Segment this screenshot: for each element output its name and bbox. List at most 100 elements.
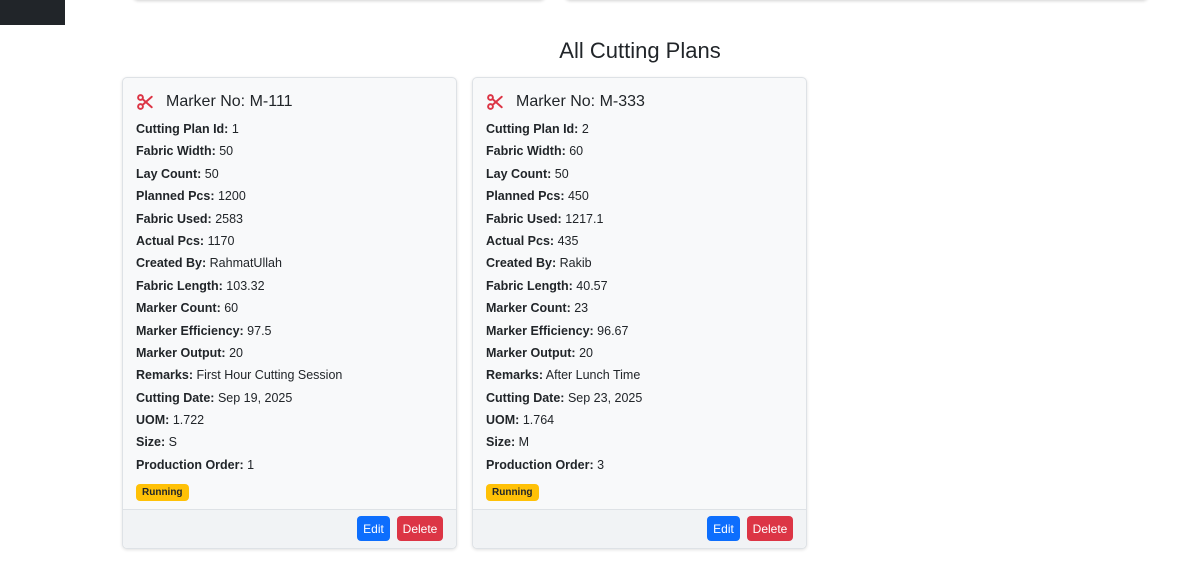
field-label: Fabric Used: bbox=[486, 211, 562, 226]
card-body: Marker No: M-333 Cutting Plan Id: 2 Fabric… bbox=[486, 92, 793, 502]
field-row: Production Order: 1 bbox=[136, 454, 443, 476]
field-value: 435 bbox=[557, 233, 579, 248]
field-value: Sep 19, 2025 bbox=[217, 390, 293, 405]
field-value: RahmatUllah bbox=[209, 256, 282, 271]
field-label: Production Order: bbox=[136, 457, 244, 472]
field-row: Marker Count: 60 bbox=[136, 297, 443, 319]
field-value: 450 bbox=[567, 189, 589, 204]
field-value: Sep 23, 2025 bbox=[567, 390, 643, 405]
field-row: Marker Efficiency: 97.5 bbox=[136, 320, 443, 342]
edit-button[interactable]: Edit bbox=[357, 516, 390, 541]
field-value: 60 bbox=[224, 301, 239, 316]
field-label: Size: bbox=[486, 435, 516, 450]
field-label: Created By: bbox=[486, 256, 557, 271]
delete-button[interactable]: Delete bbox=[397, 516, 443, 541]
cutting-plan-card: Marker No: M-111 Cutting Plan Id: 1 Fabric… bbox=[122, 77, 457, 549]
field-row: Cutting Plan Id: 1 bbox=[136, 118, 443, 140]
field-label: Fabric Width: bbox=[486, 144, 566, 159]
field-label: Planned Pcs: bbox=[486, 189, 565, 204]
field-row: Created By: RahmatUllah bbox=[136, 252, 443, 274]
field-value: 1.764 bbox=[522, 413, 555, 428]
field-label: Cutting Plan Id: bbox=[486, 122, 579, 136]
field-value: 96.67 bbox=[597, 323, 629, 338]
field-value: 1170 bbox=[207, 233, 235, 248]
field-label: UOM: bbox=[486, 413, 520, 428]
card-title: Marker No: M-333 bbox=[486, 92, 793, 112]
field-label: Fabric Length: bbox=[136, 278, 223, 293]
status-badge: Running bbox=[136, 484, 189, 502]
field-label: Actual Pcs: bbox=[486, 233, 555, 248]
field-row: Actual Pcs: 1170 bbox=[136, 230, 443, 252]
field-row: UOM: 1.764 bbox=[486, 409, 793, 431]
field-row: Marker Efficiency: 96.67 bbox=[486, 320, 793, 342]
field-label: Fabric Length: bbox=[486, 278, 573, 293]
field-row: Production Order: 3 bbox=[486, 454, 793, 476]
field-row: Cutting Plan Id: 2 bbox=[486, 118, 793, 140]
field-row: Remarks: After Lunch Time bbox=[486, 364, 793, 386]
field-row: Lay Count: 50 bbox=[486, 163, 793, 185]
field-label: Lay Count: bbox=[486, 166, 552, 181]
field-row: Fabric Used: 2583 bbox=[136, 208, 443, 230]
field-row: Fabric Length: 40.57 bbox=[486, 275, 793, 297]
field-row: Remarks: First Hour Cutting Session bbox=[136, 364, 443, 386]
field-row: Fabric Width: 60 bbox=[486, 140, 793, 162]
field-label: Fabric Width: bbox=[136, 144, 216, 159]
field-label: Created By: bbox=[136, 256, 207, 271]
field-row: Fabric Used: 1217.1 bbox=[486, 208, 793, 230]
field-row: Planned Pcs: 450 bbox=[486, 185, 793, 207]
field-value: 2 bbox=[581, 122, 589, 136]
field-row: Created By: Rakib bbox=[486, 252, 793, 274]
field-value: Rakib bbox=[559, 256, 592, 271]
field-label: Cutting Date: bbox=[136, 390, 215, 405]
page-title: All Cutting Plans bbox=[559, 38, 721, 63]
field-value: 20 bbox=[579, 345, 593, 360]
field-row: Size: M bbox=[486, 431, 793, 453]
field-value: 50 bbox=[554, 166, 569, 181]
field-value: 1.722 bbox=[172, 413, 205, 428]
field-label: Remarks: bbox=[136, 368, 193, 383]
field-label: Planned Pcs: bbox=[136, 189, 215, 204]
marker-number: Marker No: M-333 bbox=[516, 93, 645, 110]
cutting-plan-card: Marker No: M-333 Cutting Plan Id: 2 Fabric… bbox=[472, 77, 807, 549]
sidebar-corner bbox=[0, 0, 65, 25]
field-value: 60 bbox=[569, 144, 584, 159]
field-label: UOM: bbox=[136, 413, 170, 428]
marker-number: Marker No: M-111 bbox=[166, 93, 293, 110]
field-row: Marker Output: 20 bbox=[486, 342, 793, 364]
field-label: Marker Output: bbox=[136, 345, 226, 360]
field-label: Lay Count: bbox=[136, 166, 202, 181]
field-row: Fabric Length: 103.32 bbox=[136, 275, 443, 297]
field-label: Marker Output: bbox=[486, 345, 576, 360]
field-value: After Lunch Time bbox=[545, 368, 641, 383]
field-row: UOM: 1.722 bbox=[136, 409, 443, 431]
field-value: 103.32 bbox=[226, 278, 265, 293]
card-title: Marker No: M-111 bbox=[136, 92, 443, 112]
field-label: Remarks: bbox=[486, 368, 543, 383]
card-body: Marker No: M-111 Cutting Plan Id: 1 Fabric… bbox=[136, 92, 443, 502]
field-value: 40.57 bbox=[576, 278, 608, 293]
card-footer: Edit Delete bbox=[123, 509, 456, 548]
field-label: Cutting Date: bbox=[486, 390, 565, 405]
field-row: Fabric Width: 50 bbox=[136, 140, 443, 162]
field-label: Marker Count: bbox=[486, 301, 571, 316]
field-row: Cutting Date: Sep 23, 2025 bbox=[486, 387, 793, 409]
field-value: 23 bbox=[574, 301, 589, 316]
status-badge: Running bbox=[486, 484, 539, 502]
field-label: Cutting Plan Id: bbox=[136, 122, 229, 136]
field-value: 97.5 bbox=[247, 323, 272, 338]
field-row: Lay Count: 50 bbox=[136, 163, 443, 185]
delete-button[interactable]: Delete bbox=[747, 516, 793, 541]
field-label: Marker Efficiency: bbox=[136, 323, 244, 338]
field-value: 1200 bbox=[217, 189, 246, 204]
field-row: Cutting Date: Sep 19, 2025 bbox=[136, 387, 443, 409]
field-value: 50 bbox=[219, 144, 234, 159]
scissors-icon bbox=[136, 93, 154, 111]
field-value: 1 bbox=[231, 122, 239, 136]
field-value: 2583 bbox=[215, 211, 244, 226]
field-label: Size: bbox=[136, 435, 166, 450]
field-value: First Hour Cutting Session bbox=[196, 368, 343, 383]
field-value: 20 bbox=[229, 345, 243, 360]
edit-button[interactable]: Edit bbox=[707, 516, 740, 541]
field-label: Production Order: bbox=[486, 457, 594, 472]
field-value: S bbox=[168, 435, 178, 450]
